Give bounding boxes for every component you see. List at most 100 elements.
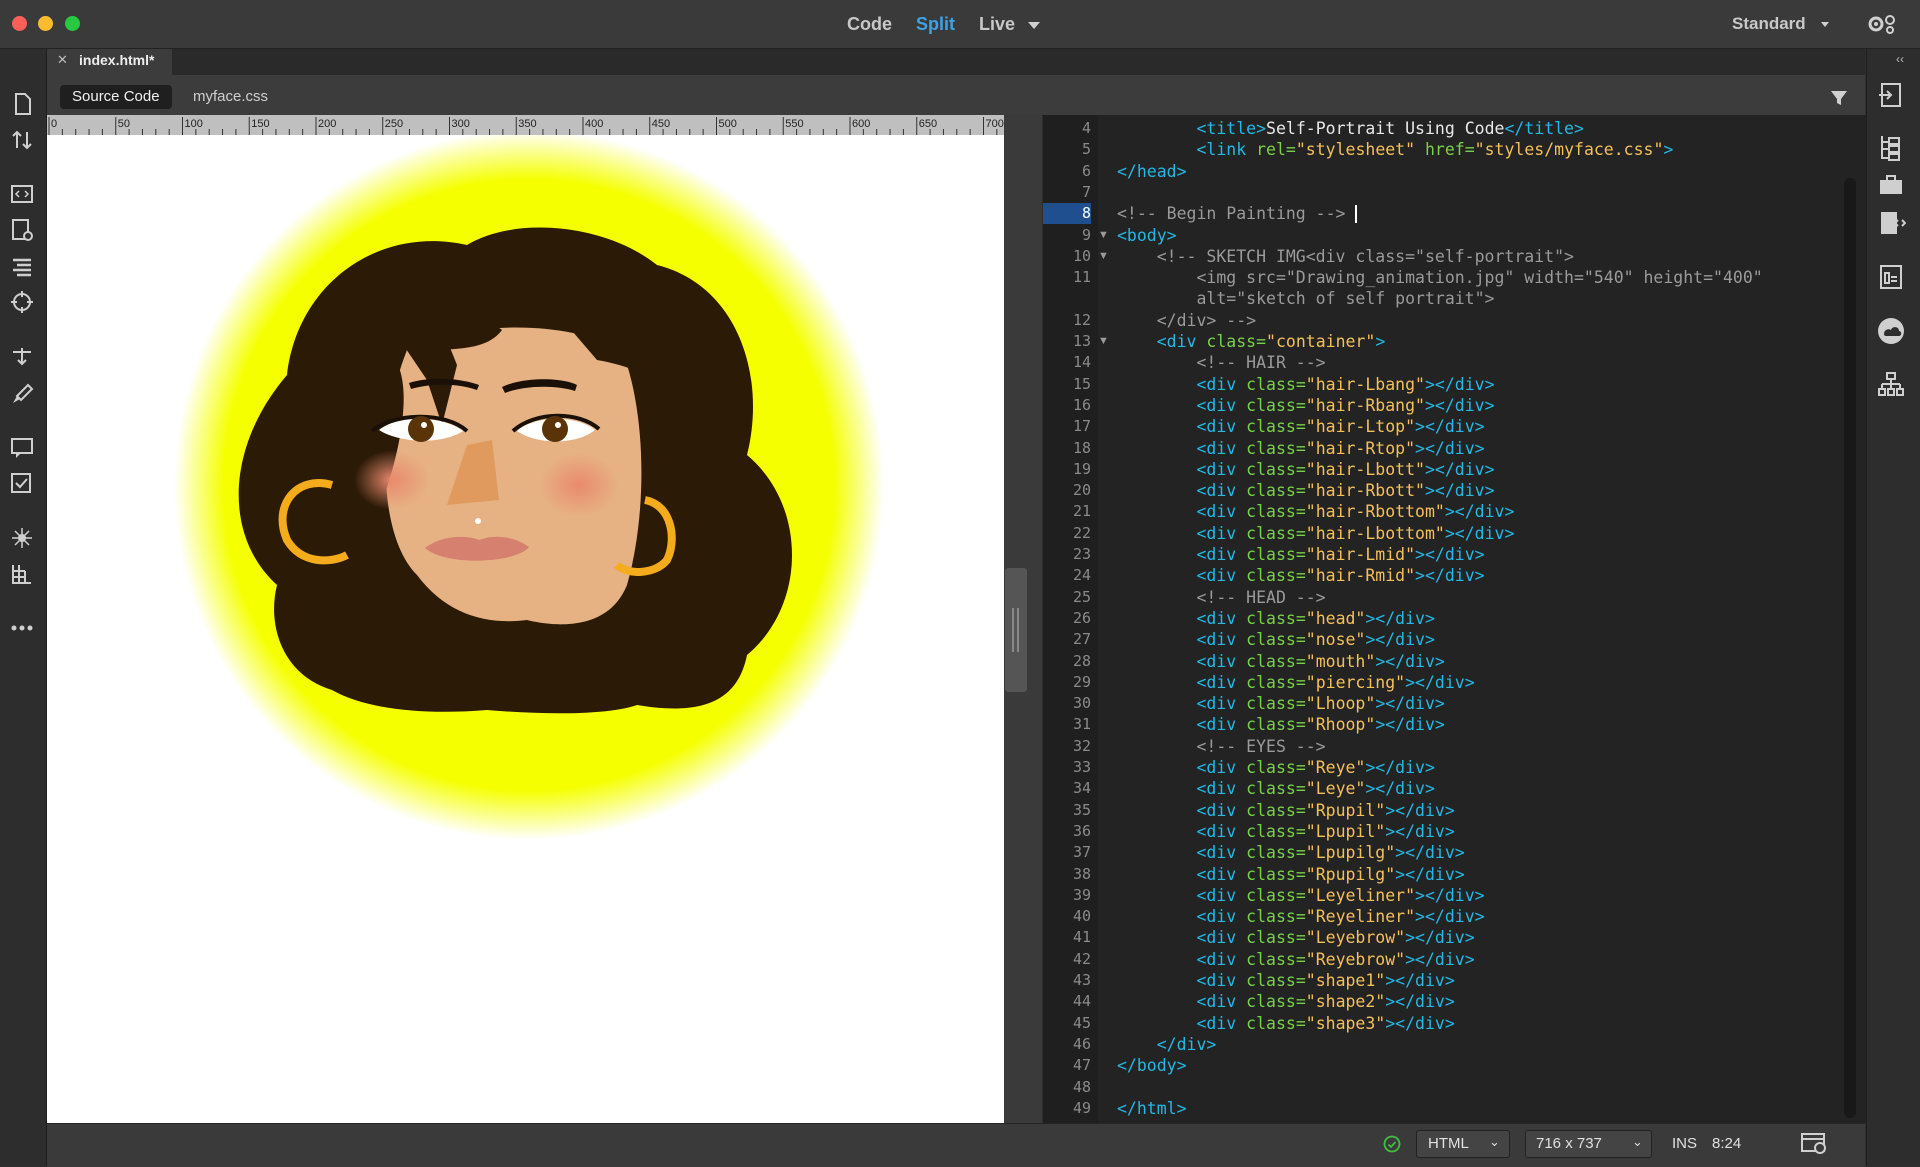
code-line[interactable]: <div class="hair-Rbott"></div>	[1117, 480, 1494, 501]
line-number: 19	[1072, 459, 1091, 478]
dom-panel-icon[interactable]	[1876, 370, 1906, 400]
code-line[interactable]: <div class="hair-Rbottom"></div>	[1117, 501, 1514, 522]
close-tab-icon[interactable]: ✕	[57, 52, 68, 68]
new-file-icon[interactable]	[8, 90, 36, 118]
code-line[interactable]: <!-- Begin Painting -->	[1117, 203, 1345, 224]
code-line[interactable]: <div class="shape2"></div>	[1117, 991, 1454, 1012]
code-line[interactable]: alt="sketch of self portrait">	[1117, 288, 1494, 309]
ruler-tick-label: 200	[318, 118, 336, 130]
code-line[interactable]: <body>	[1117, 225, 1177, 246]
dom-tree-icon[interactable]	[8, 524, 36, 552]
more-tools-icon[interactable]	[8, 614, 36, 642]
code-line[interactable]: <div class="shape1"></div>	[1117, 970, 1454, 991]
view-tab-split[interactable]: Split	[916, 14, 955, 35]
code-line[interactable]: <div class="head"></div>	[1117, 608, 1434, 629]
code-line[interactable]: <div class="Leyeliner"></div>	[1117, 885, 1484, 906]
ruler-tick-label: 600	[852, 118, 870, 130]
code-line[interactable]: <div class="Lpupilg"></div>	[1117, 842, 1464, 863]
document-type-chevron-icon: ⌄	[1489, 1134, 1500, 1149]
code-line[interactable]: <div class="Reye"></div>	[1117, 757, 1434, 778]
code-view-icon[interactable]	[8, 180, 36, 208]
line-number: 32	[1072, 736, 1091, 755]
file-transfer-icon[interactable]	[8, 126, 36, 154]
code-line[interactable]: <div class="hair-Lmid"></div>	[1117, 544, 1484, 565]
code-line[interactable]: <div class="hair-Rbang"></div>	[1117, 395, 1494, 416]
code-line[interactable]: <!-- SKETCH IMG<div class="self-portrait…	[1117, 246, 1574, 267]
validate-icon[interactable]	[8, 470, 36, 498]
code-line[interactable]: <div class="shape3"></div>	[1117, 1013, 1454, 1034]
code-line[interactable]: <div class="nose"></div>	[1117, 629, 1434, 650]
workspace-switcher[interactable]: Standard	[1732, 14, 1806, 34]
code-line[interactable]: <div class="Rpupilg"></div>	[1117, 864, 1464, 885]
code-line[interactable]: <div class="hair-Lbottom"></div>	[1117, 523, 1514, 544]
code-line[interactable]: <div class="hair-Ltop"></div>	[1117, 416, 1484, 437]
collapse-panel-chevron-icon[interactable]: ‹‹	[1896, 52, 1904, 66]
code-line[interactable]: <div class="Rhoop"></div>	[1117, 714, 1444, 735]
split-divider-handle[interactable]	[1005, 568, 1027, 692]
code-line[interactable]: <!-- HEAD -->	[1117, 587, 1325, 608]
code-line[interactable]: <div class="Reyeliner"></div>	[1117, 906, 1484, 927]
fold-toggle-icon[interactable]: ▼	[1098, 250, 1109, 262]
code-line[interactable]: <div class="Lhoop"></div>	[1117, 693, 1444, 714]
code-line[interactable]: </body>	[1117, 1055, 1187, 1076]
code-line[interactable]: <div class="Reyebrow"></div>	[1117, 949, 1474, 970]
code-line[interactable]: </html>	[1117, 1098, 1187, 1119]
insert-panel-icon[interactable]	[1876, 80, 1906, 110]
snippets-panel-icon[interactable]	[1876, 208, 1907, 238]
insert-mode-indicator[interactable]: INS	[1672, 1135, 1697, 1152]
code-line[interactable]: <div class="mouth"></div>	[1117, 651, 1444, 672]
line-number: 22	[1072, 523, 1091, 542]
zoom-window-button[interactable]	[65, 16, 80, 31]
assets-briefcase-icon[interactable]	[1876, 170, 1906, 200]
code-line[interactable]: <!-- HAIR -->	[1117, 352, 1325, 373]
code-line[interactable]: <div class="hair-Rmid"></div>	[1117, 565, 1484, 586]
live-view-icon[interactable]	[8, 216, 36, 244]
code-line[interactable]: <div class="hair-Rtop"></div>	[1117, 438, 1484, 459]
code-line[interactable]: <div class="piercing"></div>	[1117, 672, 1474, 693]
code-scrollbar[interactable]	[1844, 178, 1856, 1118]
line-number: 15	[1072, 374, 1091, 393]
ruler-tick-label: 150	[251, 118, 269, 130]
code-line[interactable]: </head>	[1117, 161, 1187, 182]
code-line[interactable]: <div class="Leyebrow"></div>	[1117, 927, 1474, 948]
paint-brush-icon[interactable]	[8, 380, 36, 408]
live-dropdown-chevron-icon[interactable]	[1028, 22, 1040, 29]
preview-in-browser-icon[interactable]	[1800, 1131, 1828, 1155]
expand-collapse-icon[interactable]	[8, 342, 36, 370]
code-line[interactable]: <div class="Lpupil"></div>	[1117, 821, 1454, 842]
format-source-icon[interactable]	[8, 252, 36, 280]
comment-icon[interactable]	[8, 434, 36, 462]
code-line[interactable]: <div class="hair-Lbott"></div>	[1117, 459, 1494, 480]
code-line[interactable]: <div class="container">	[1117, 331, 1386, 352]
related-file-source-code[interactable]: Source Code	[60, 85, 172, 109]
live-design-view[interactable]	[47, 135, 1004, 1123]
filter-related-files-icon[interactable]	[1829, 88, 1849, 108]
code-line[interactable]: <img src="Drawing_animation.jpg" width="…	[1117, 267, 1762, 288]
minimize-window-button[interactable]	[38, 16, 53, 31]
code-line[interactable]: <link rel="stylesheet" href="styles/myfa…	[1117, 139, 1673, 160]
code-line[interactable]: <div class="hair-Lbang"></div>	[1117, 374, 1494, 395]
view-tab-live[interactable]: Live	[979, 14, 1015, 35]
css-designer-icon[interactable]	[1876, 262, 1906, 292]
code-line[interactable]: </div> -->	[1117, 310, 1256, 331]
document-tab-label[interactable]: index.html*	[79, 52, 154, 68]
line-number: 33	[1072, 758, 1091, 776]
no-errors-check-icon[interactable]	[1383, 1135, 1401, 1153]
line-number: 25	[1072, 587, 1091, 606]
files-panel-icon[interactable]	[1876, 132, 1906, 162]
creative-cloud-icon[interactable]	[1876, 316, 1906, 346]
fold-toggle-icon[interactable]: ▼	[1098, 335, 1109, 347]
code-line[interactable]: <div class="Leye"></div>	[1117, 778, 1434, 799]
code-line[interactable]: <title>Self-Portrait Using Code</title>	[1117, 118, 1583, 139]
code-line[interactable]: </div>	[1117, 1034, 1217, 1055]
close-window-button[interactable]	[12, 16, 27, 31]
related-file-myface-css[interactable]: myface.css	[181, 85, 280, 109]
code-line[interactable]: <!-- EYES -->	[1117, 736, 1325, 757]
sync-settings-gear-icon[interactable]	[1866, 12, 1900, 36]
view-tab-code[interactable]: Code	[847, 14, 892, 35]
fold-toggle-icon[interactable]: ▼	[1098, 229, 1109, 241]
element-inspect-icon[interactable]	[8, 288, 36, 316]
table-grid-icon[interactable]	[8, 560, 36, 588]
code-line[interactable]: <div class="Rpupil"></div>	[1117, 800, 1454, 821]
workspace-chevron-icon[interactable]	[1821, 22, 1829, 27]
